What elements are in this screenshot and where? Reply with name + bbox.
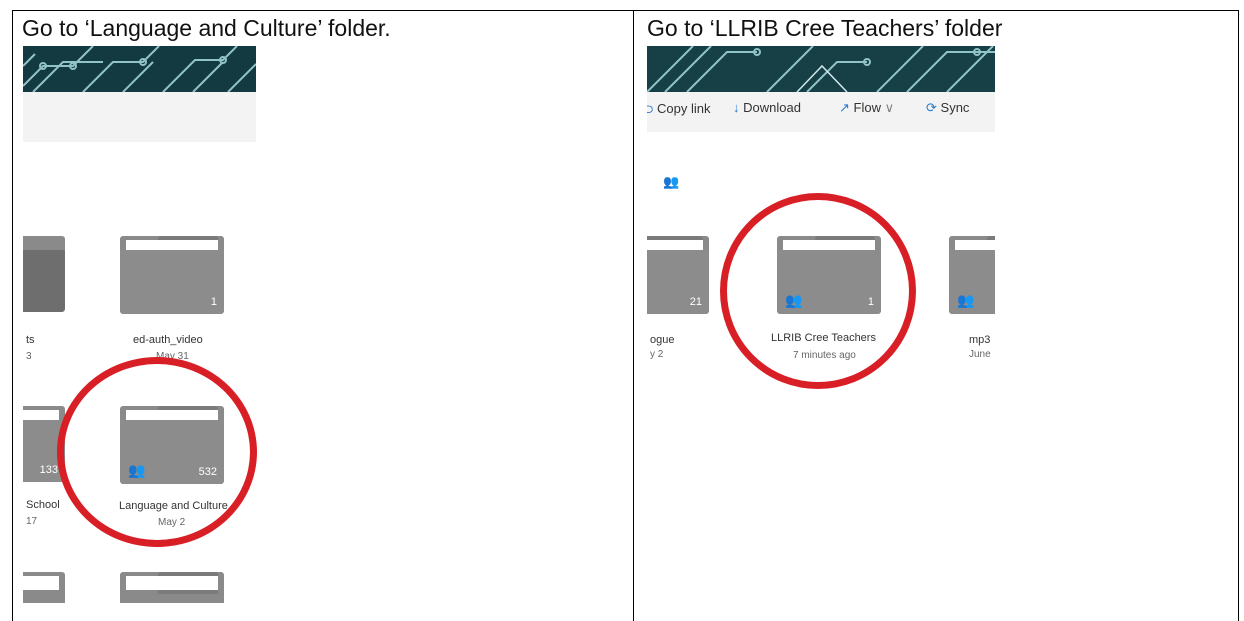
folder-partial[interactable]: 21 xyxy=(647,236,709,314)
shared-people-icon: 👥 xyxy=(957,292,975,308)
download-icon: ↓ xyxy=(733,100,740,115)
site-banner xyxy=(647,46,995,92)
sync-icon: ⟳ xyxy=(926,100,937,115)
folder-date-partial: June xyxy=(969,349,991,360)
flow-icon: ↗ xyxy=(839,100,850,115)
sync-button[interactable]: ⟳ Sync xyxy=(926,100,969,116)
folder-date-partial: 17 xyxy=(26,516,38,527)
folder-ed-auth-video[interactable]: 1 xyxy=(120,236,224,314)
folder-name[interactable]: ed-auth_video xyxy=(133,334,203,346)
download-button[interactable]: ↓ Download xyxy=(733,100,801,115)
column-divider xyxy=(633,11,634,621)
right-instruction: Go to ‘LLRIB Cree Teachers’ folder xyxy=(647,15,1003,41)
left-instruction: Go to ‘Language and Culture’ folder. xyxy=(22,15,391,41)
item-count: 133 xyxy=(39,464,58,476)
folder-date-partial: y 2 xyxy=(650,349,664,360)
copy-link-button[interactable]: ⮌ Copy link xyxy=(647,100,711,122)
item-count: 1 xyxy=(210,296,217,308)
item-count: 21 xyxy=(689,296,702,308)
command-bar: ⮌ Copy link ↓ Download ↗ Flow ∨ ⟳ Sync xyxy=(647,92,995,132)
command-bar xyxy=(23,92,256,142)
folder-name-partial: mp3 xyxy=(969,334,991,346)
copy-link-label: Copy link xyxy=(657,101,711,116)
site-banner xyxy=(23,46,256,92)
highlight-circle xyxy=(720,193,916,389)
folder-partial-3[interactable] xyxy=(23,572,65,603)
folder-name-partial: ogue xyxy=(650,334,675,346)
folder-name-partial: ts xyxy=(26,334,35,346)
folder-name-partial: School xyxy=(26,499,60,511)
folder-partial-4[interactable] xyxy=(120,572,224,603)
instruction-table: Go to ‘Language and Culture’ folder. ts … xyxy=(12,10,1239,621)
folder-partial[interactable] xyxy=(23,236,65,312)
download-label: Download xyxy=(743,100,801,115)
folder-date-partial: 3 xyxy=(26,351,32,362)
folder-partial-right[interactable]: 👥 xyxy=(949,236,995,314)
sync-label: Sync xyxy=(940,100,970,115)
highlight-circle xyxy=(57,357,257,547)
shared-people-icon: 👥 xyxy=(663,174,680,189)
chevron-down-icon: ∨ xyxy=(884,100,895,115)
flow-button[interactable]: ↗ Flow ∨ xyxy=(839,100,894,116)
flow-label: Flow xyxy=(853,100,881,115)
copy-link-icon: ⮌ xyxy=(647,101,654,116)
